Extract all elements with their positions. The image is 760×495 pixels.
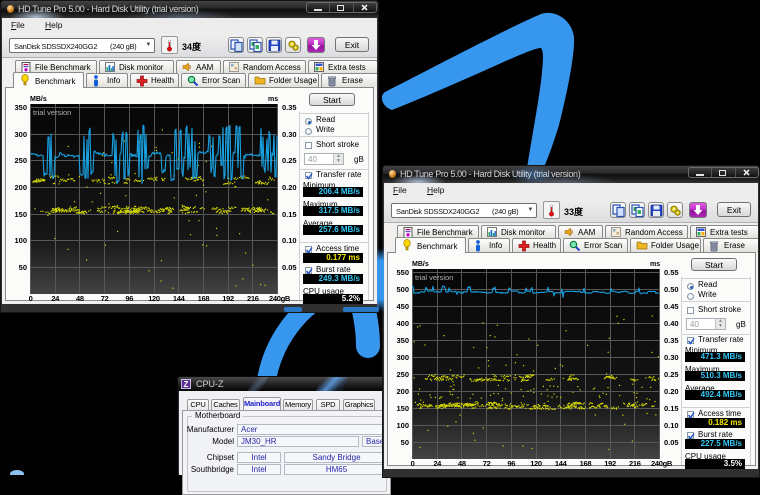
svg-text:trial version: trial version [415, 273, 453, 282]
svg-text:trial version: trial version [33, 108, 71, 117]
